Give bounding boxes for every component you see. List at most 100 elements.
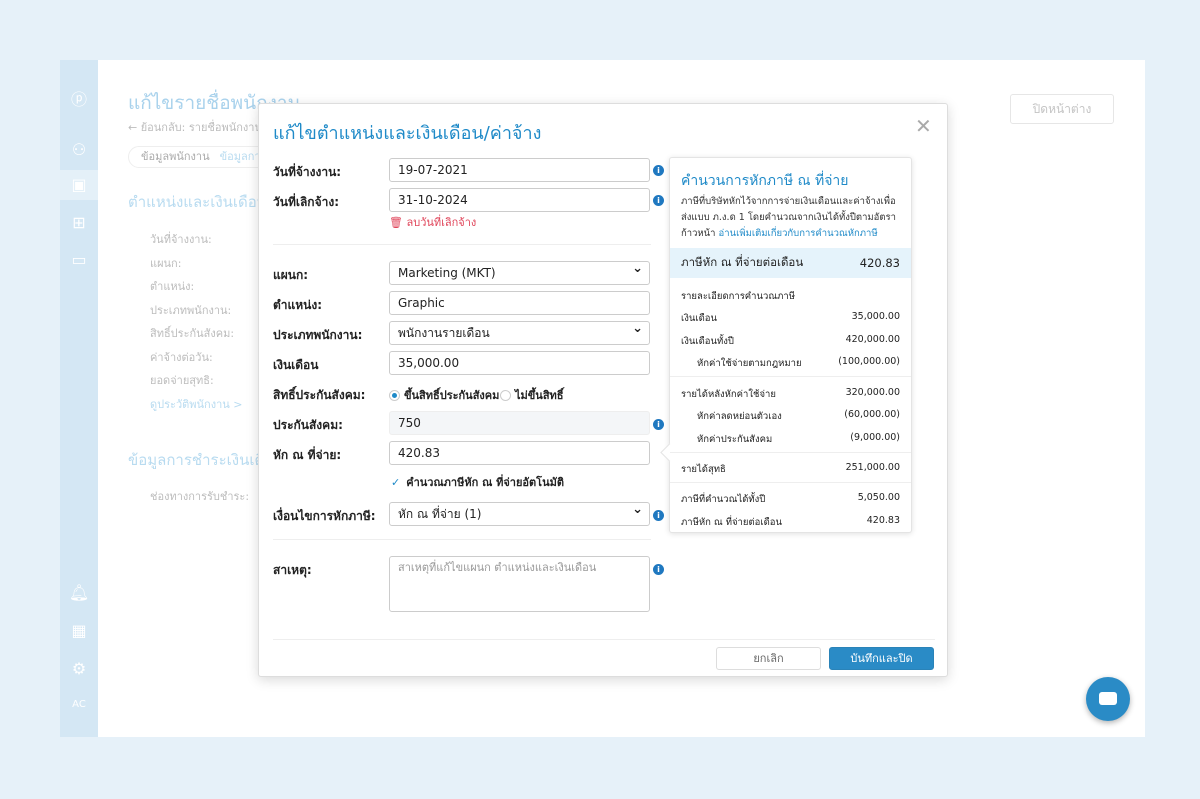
withholding-label: หัก ณ ที่จ่าย: (273, 448, 342, 462)
radio-label: ขึ้นสิทธิ์ประกันสังคม (404, 389, 500, 402)
highlight-label: ภาษีหัก ณ ที่จ่ายต่อเดือน (681, 255, 804, 269)
label: ตำแหน่ง: (150, 280, 195, 293)
tax-row: หักค่าลดหย่อนตัวเอง (60,000.00) (697, 409, 900, 424)
info-icon[interactable]: i (653, 165, 664, 176)
radio-enroll[interactable]: ขึ้นสิทธิ์ประกันสังคม (389, 386, 499, 404)
reason-label: สาเหตุ: (273, 563, 312, 577)
row-value: (60,000.00) (844, 409, 900, 420)
info-icon[interactable]: i (653, 195, 664, 206)
tax-row: ภาษีที่คำนวณได้ทั้งปี 5,050.00 (681, 492, 900, 507)
row-value: (9,000.00) (850, 432, 900, 443)
withholding-input[interactable]: 420.83 (389, 441, 650, 465)
row-value: 420.83 (866, 515, 900, 526)
divider (670, 376, 911, 377)
row-label: ภาษีที่คำนวณได้ทั้งปี (681, 494, 766, 505)
position-label: ตำแหน่ง: (273, 298, 323, 312)
row-label: หักค่าใช้จ่ายตามกฎหมาย (697, 358, 802, 369)
footer-divider (273, 639, 935, 640)
monitor-icon[interactable]: ▭ (60, 245, 98, 275)
row-value: 5,050.00 (857, 492, 900, 503)
divider (273, 539, 651, 540)
save-and-close-button[interactable]: บันทึกและปิด (829, 647, 934, 670)
info-icon[interactable]: i (653, 510, 664, 521)
salary-input[interactable]: 35,000.00 (389, 351, 650, 375)
row-label: รายได้สุทธิ (681, 464, 726, 475)
modal-title: แก้ไขตำแหน่งและเงินเดือน/ค่าจ้าง (273, 123, 542, 144)
info-icon[interactable]: i (653, 564, 664, 575)
edit-position-salary-modal: แก้ไขตำแหน่งและเงินเดือน/ค่าจ้าง ✕ วันที… (258, 103, 948, 677)
checkbox-label: คำนวณภาษีหัก ณ ที่จ่ายอัตโนมัติ (406, 476, 564, 489)
label: ประเภทพนักงาน: (150, 303, 232, 317)
end-date-label: วันที่เลิกจ้าง: (273, 195, 339, 209)
panel-description: ภาษีที่บริษัทหักไว้จากการจ่ายเงินเดือนแล… (681, 194, 906, 242)
tax-row: เงินเดือนทั้งปี 420,000.00 (681, 334, 900, 349)
tax-condition-select[interactable]: หัก ณ ที่จ่าย (1) (389, 499, 650, 526)
tax-row: รายได้สุทธิ 251,000.00 (681, 462, 900, 477)
row-label: เงินเดือนทั้งปี (681, 336, 734, 347)
hire-date-label: วันที่จ้างงาน: (273, 165, 342, 179)
radio-unchecked[interactable] (500, 389, 511, 401)
label: แผนก: (150, 256, 182, 270)
highlight-value: 420.83 (859, 256, 900, 270)
row-value: 35,000.00 (851, 311, 900, 322)
social-security-label: ประกันสังคม: (273, 418, 343, 432)
sidebar: ⓟ ⚇ ▣ ⊞ ▭ 🔔︎ ▦ ⚙ AC (60, 60, 98, 737)
row-value: 420,000.00 (845, 334, 900, 345)
info-icon[interactable]: i (653, 419, 664, 430)
tax-row: หักค่าใช้จ่ายตามกฎหมาย (100,000.00) (697, 356, 900, 371)
delete-end-date-link[interactable]: 🗑︎ ลบวันที่เลิกจ้าง (389, 213, 476, 231)
auto-calc-checkbox[interactable]: ✓ คำนวณภาษีหัก ณ ที่จ่ายอัตโนมัติ (391, 473, 564, 491)
radio-not-enroll[interactable]: ไม่ขึ้นสิทธิ์ (500, 386, 564, 404)
tab-employee-info[interactable]: ข้อมูลพนักงาน (141, 147, 210, 167)
employee-card-icon[interactable]: ▣ (60, 170, 98, 200)
row-label: เงินเดือน (681, 313, 717, 324)
row-value: 320,000.00 (845, 387, 900, 398)
social-security-input: 750 (389, 411, 650, 435)
label: ยอดจ่ายสุทธิ: (150, 374, 214, 387)
divider (273, 244, 651, 245)
label: วันที่จ้างงาน: (150, 233, 212, 246)
label: สิทธิ์ประกันสังคม: (150, 327, 235, 340)
check-icon: ✓ (391, 476, 401, 489)
reason-textarea[interactable]: สาเหตุที่แก้ไขแผนก ตำแหน่งและเงินเดือน (389, 556, 650, 612)
delete-end-date-label: ลบวันที่เลิกจ้าง (406, 216, 477, 229)
logo-icon[interactable]: ⓟ (60, 85, 98, 115)
back-link[interactable]: ← ย้อนกลับ: รายชื่อพนักงาน (128, 118, 262, 136)
monthly-tax-highlight: ภาษีหัก ณ ที่จ่ายต่อเดือน 420.83 (670, 248, 911, 278)
row-label: รายได้หลังหักค่าใช้จ่าย (681, 389, 776, 400)
tax-calculation-panel: คำนวนการหักภาษี ณ ที่จ่าย ภาษีที่บริษัทห… (669, 157, 912, 533)
users-icon[interactable]: ⚇ (60, 135, 98, 165)
tax-row: หักค่าประกันสังคม (9,000.00) (697, 432, 900, 447)
tax-row: เงินเดือน 35,000.00 (681, 311, 900, 326)
bell-icon[interactable]: 🔔︎ (60, 578, 98, 608)
chat-button[interactable] (1086, 677, 1130, 721)
close-icon[interactable]: ✕ (915, 114, 932, 138)
end-date-input[interactable]: 31-10-2024 (389, 188, 650, 212)
hire-date-input[interactable]: 19-07-2021 (389, 158, 650, 182)
avatar[interactable]: AC (60, 690, 98, 720)
org-chart-icon[interactable]: ⊞ (60, 208, 98, 238)
read-more-link[interactable]: อ่านเพิ่มเติมเกี่ยวกับการคำนวณหักภาษี (719, 228, 878, 239)
department-select[interactable]: Marketing (MKT) (389, 258, 650, 285)
row-label: หักค่าลดหย่อนตัวเอง (697, 411, 782, 422)
employee-type-select[interactable]: พนักงานรายเดือน (389, 318, 650, 345)
chat-icon (1099, 692, 1117, 705)
gear-icon[interactable]: ⚙ (60, 654, 98, 684)
row-label: หักค่าประกันสังคม (697, 434, 773, 445)
radio-checked[interactable] (389, 389, 400, 401)
tax-row: ภาษีหัก ณ ที่จ่ายต่อเดือน 420.83 (681, 515, 900, 530)
employee-type-label: ประเภทพนักงาน: (273, 328, 363, 342)
panel-title: คำนวนการหักภาษี ณ ที่จ่าย (681, 173, 849, 189)
row-label: ภาษีหัก ณ ที่จ่ายต่อเดือน (681, 517, 782, 528)
position-input[interactable]: Graphic (389, 291, 650, 315)
close-window-button[interactable]: ปิดหน้าต่าง (1010, 94, 1114, 124)
info-labels: วันที่จ้างงาน: แผนก: ตำแหน่ง: ประเภทพนัก… (150, 228, 242, 416)
apps-grid-icon[interactable]: ▦ (60, 616, 98, 646)
history-link[interactable]: ดูประวัติพนักงาน > (150, 393, 242, 417)
trash-icon: 🗑︎ (389, 216, 407, 229)
salary-label: เงินเดือน (273, 358, 319, 372)
details-title-text: รายละเอียดการคำนวณภาษี (681, 291, 795, 302)
cancel-button[interactable]: ยกเลิก (716, 647, 821, 670)
tax-condition-label: เงื่อนไขการหักภาษี: (273, 509, 376, 523)
tax-row: รายได้หลังหักค่าใช้จ่าย 320,000.00 (681, 387, 900, 402)
